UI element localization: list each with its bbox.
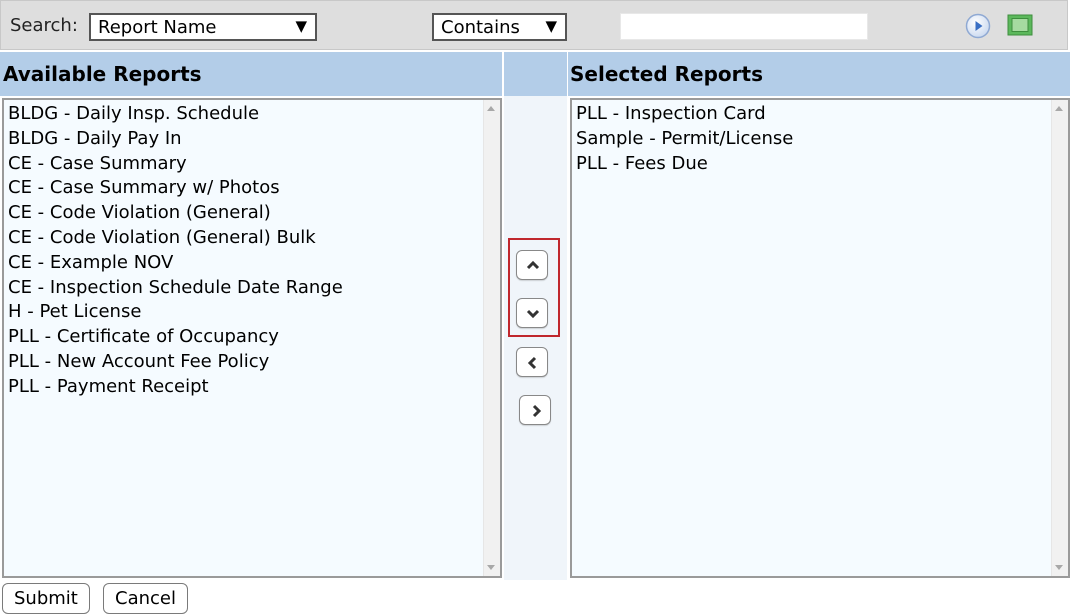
cancel-button[interactable]: Cancel [103,583,188,614]
search-label: Search: [10,15,78,36]
dropdown-arrow-icon: ▼ [295,17,307,35]
chevron-up-icon [526,260,540,270]
list-item[interactable]: Sample - Permit/License [576,127,1050,152]
move-up-button[interactable] [516,250,548,280]
available-list-scrollbar[interactable] [483,100,500,576]
available-reports-header: Available Reports [0,52,502,96]
scroll-down-arrow-icon[interactable] [1055,565,1063,570]
dropdown-arrow-icon: ▼ [545,17,557,35]
chevron-down-icon [526,309,540,319]
search-field-select-value: Report Name [98,17,217,38]
list-item[interactable]: BLDG - Daily Pay In [8,127,482,152]
list-item[interactable]: CE - Code Violation (General) [8,201,482,226]
list-item[interactable]: H - Pet License [8,300,482,325]
search-input[interactable] [620,13,868,40]
selected-reports-header: Selected Reports [568,52,1070,96]
selected-list-scrollbar[interactable] [1051,100,1068,576]
move-right-button[interactable] [519,395,551,425]
chevron-right-icon [532,404,542,418]
list-item[interactable]: PLL - Fees Due [576,152,1050,177]
list-item[interactable]: CE - Inspection Schedule Date Range [8,276,482,301]
list-item[interactable]: PLL - New Account Fee Policy [8,350,482,375]
available-reports-list[interactable]: BLDG - Daily Insp. Schedule BLDG - Daily… [2,98,502,578]
selected-reports-title: Selected Reports [570,62,763,86]
chevron-left-icon [527,356,537,370]
selected-reports-list[interactable]: PLL - Inspection Card Sample - Permit/Li… [570,98,1070,578]
move-down-button[interactable] [516,298,548,328]
list-item[interactable]: PLL - Inspection Card [576,102,1050,127]
scroll-down-arrow-icon[interactable] [487,565,495,570]
move-left-button[interactable] [516,347,548,377]
list-item[interactable]: CE - Code Violation (General) Bulk [8,226,482,251]
move-controls-column [504,96,567,580]
list-item[interactable]: CE - Case Summary [8,152,482,177]
list-item[interactable]: BLDG - Daily Insp. Schedule [8,102,482,127]
search-operator-select[interactable]: Contains ▼ [432,13,567,41]
search-toolbar: Search: Report Name ▼ Contains ▼ [0,0,1068,50]
search-operator-select-value: Contains [441,17,520,38]
mid-column-header [504,52,567,96]
list-item[interactable]: PLL - Certificate of Occupancy [8,325,482,350]
submit-button[interactable]: Submit [2,583,90,614]
available-reports-title: Available Reports [3,62,202,86]
play-circle-icon[interactable] [965,13,991,39]
list-item[interactable]: CE - Case Summary w/ Photos [8,176,482,201]
scroll-up-arrow-icon[interactable] [487,106,495,111]
list-item[interactable]: PLL - Payment Receipt [8,375,482,400]
scroll-up-arrow-icon[interactable] [1055,106,1063,111]
search-field-select[interactable]: Report Name ▼ [89,13,317,41]
screen-icon[interactable] [1007,14,1033,36]
list-item[interactable]: CE - Example NOV [8,251,482,276]
